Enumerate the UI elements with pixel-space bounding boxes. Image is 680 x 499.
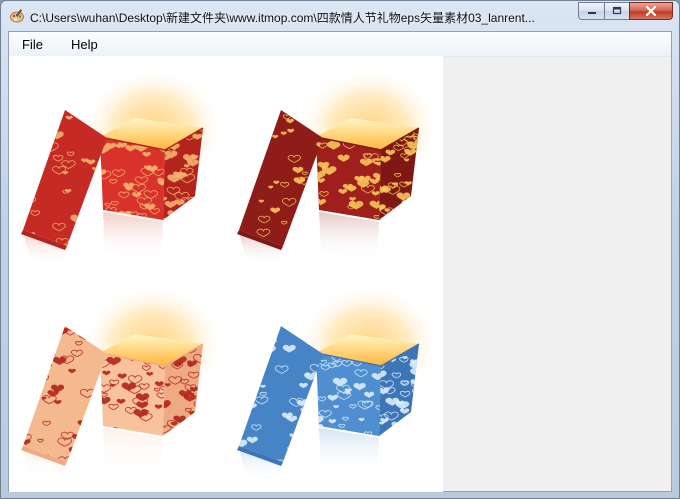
paint-palette-icon[interactable] [9,8,25,24]
gift-box-dark-red [231,70,437,270]
minimize-icon [587,12,596,14]
window-controls [578,2,673,21]
menu-bar: File Help [9,32,671,57]
menu-file[interactable]: File [13,34,52,55]
gift-box-blue [231,286,437,486]
client-area: File Help [8,31,672,492]
gift-box-peach [15,286,221,486]
maximize-button[interactable] [604,2,629,20]
close-button[interactable] [629,2,673,20]
maximize-icon [612,6,622,15]
app-window: C:\Users\wuhan\Desktop\新建文件夹\www.itmop.c… [0,0,680,499]
close-icon [645,5,657,17]
minimize-button[interactable] [578,2,604,20]
image-canvas [9,56,443,492]
menu-help[interactable]: Help [62,34,107,55]
title-bar[interactable]: C:\Users\wuhan\Desktop\新建文件夹\www.itmop.c… [1,1,679,31]
gift-box-red [15,70,221,270]
window-title: C:\Users\wuhan\Desktop\新建文件夹\www.itmop.c… [30,11,535,25]
